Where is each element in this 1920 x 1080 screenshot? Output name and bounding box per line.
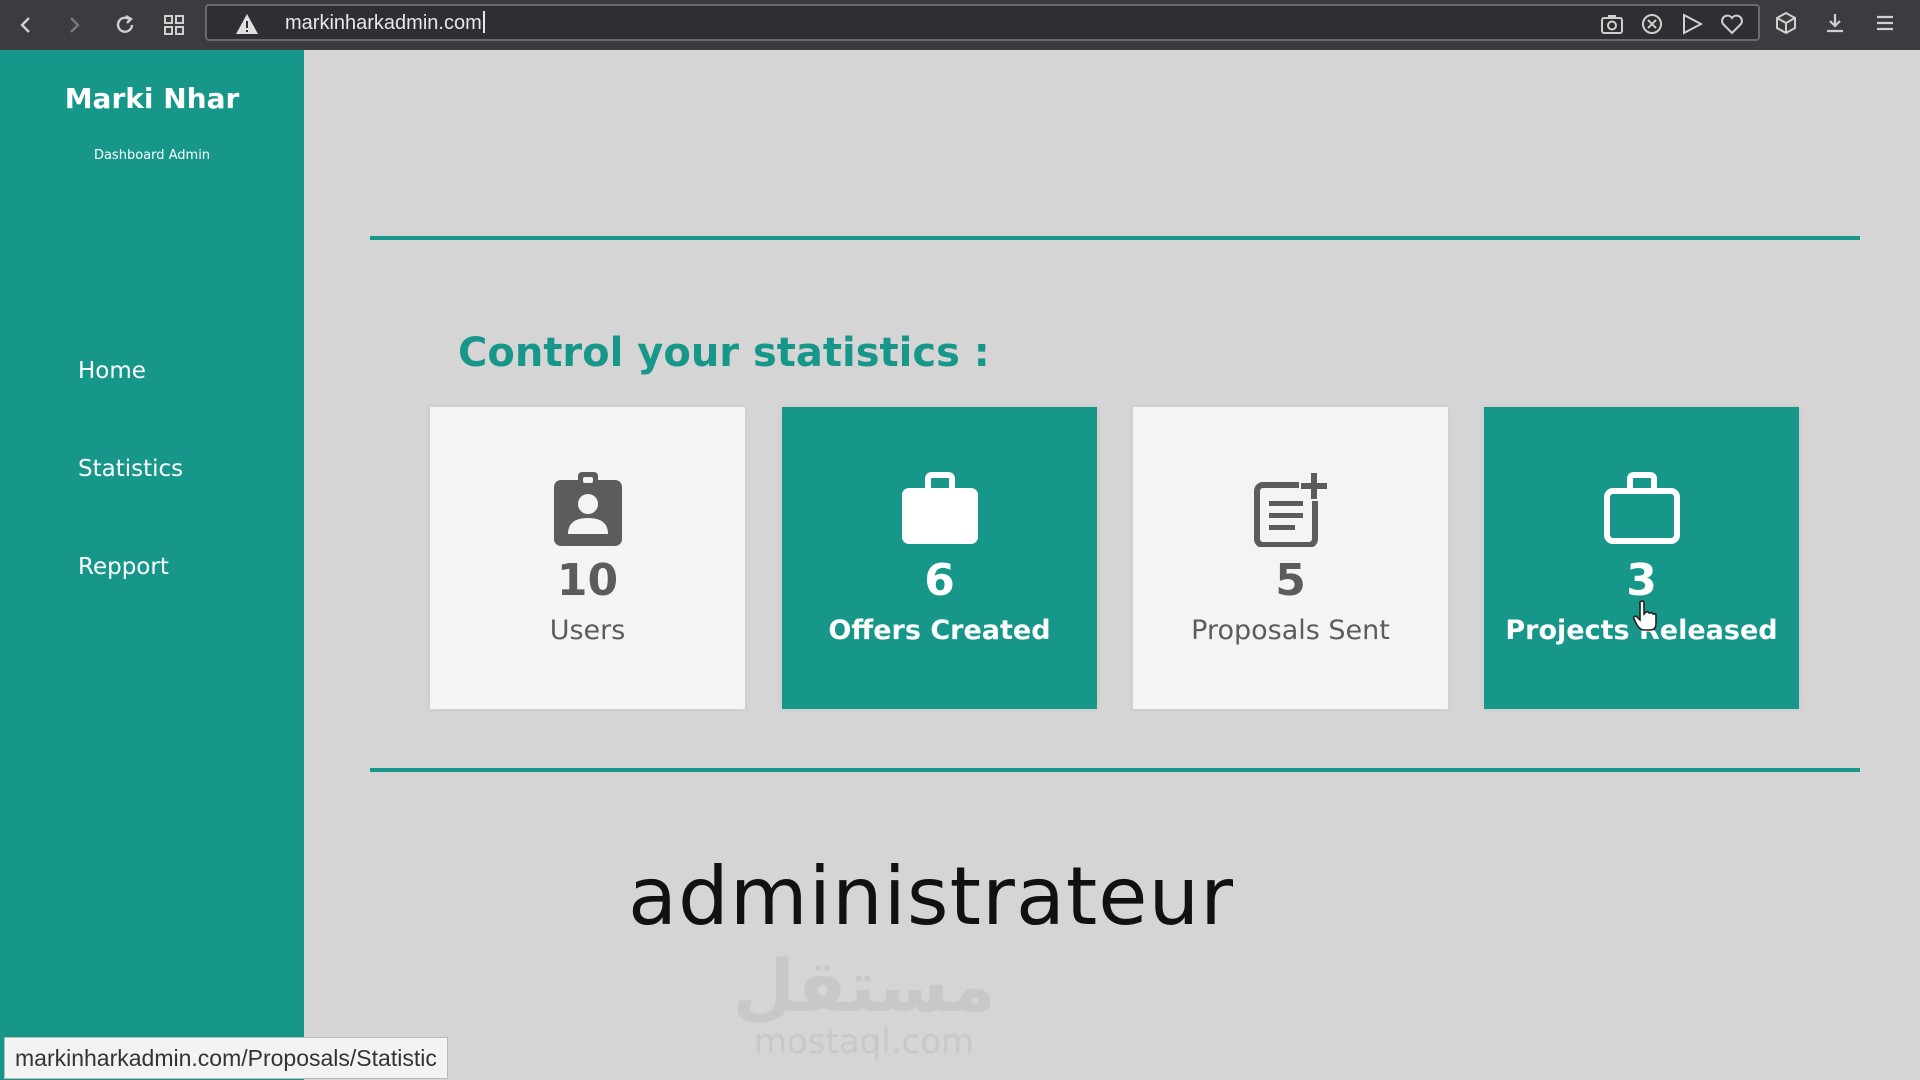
warning-icon[interactable] (235, 12, 259, 36)
main-content: Control your statistics : 10 Users 6 Off… (304, 50, 1920, 1080)
camera-icon[interactable] (1600, 12, 1624, 36)
block-icon[interactable] (1640, 12, 1664, 36)
stat-card-projects[interactable]: 3 Projects Released (1484, 407, 1799, 709)
status-url-preview: markinharkadmin.com/Proposals/Statistic (4, 1037, 448, 1079)
sidebar-item-repport[interactable]: Repport (78, 554, 169, 580)
briefcase-outline-icon (1484, 469, 1799, 549)
projects-count: 3 (1626, 555, 1657, 606)
send-icon[interactable] (1680, 12, 1704, 36)
browser-toolbar: markinharkadmin.com (0, 0, 1920, 50)
user-badge-icon (430, 469, 745, 549)
stat-card-offers[interactable]: 6 Offers Created (782, 407, 1097, 709)
reload-icon[interactable] (109, 9, 141, 41)
menu-icon[interactable] (1871, 9, 1899, 37)
cube-icon[interactable] (1772, 9, 1800, 37)
sidebar-item-statistics[interactable]: Statistics (78, 456, 183, 482)
brand-subtitle: Dashboard Admin (93, 148, 211, 163)
page-title: Control your statistics : (458, 330, 990, 376)
document-add-icon (1133, 469, 1448, 549)
address-bar[interactable]: markinharkadmin.com (205, 4, 1760, 41)
hand-cursor-icon (1632, 600, 1658, 636)
proposals-label: Proposals Sent (1191, 615, 1390, 646)
download-icon[interactable] (1821, 9, 1849, 37)
video-caption: administrateur (628, 850, 1235, 943)
heart-icon[interactable] (1720, 12, 1744, 36)
briefcase-icon (782, 469, 1097, 549)
tabs-grid-icon[interactable] (158, 9, 190, 41)
users-count: 10 (556, 555, 619, 606)
back-icon[interactable] (10, 9, 42, 41)
top-divider (370, 236, 1860, 240)
url-text[interactable]: markinharkadmin.com (285, 11, 485, 35)
stat-card-users[interactable]: 10 Users (430, 407, 745, 709)
bottom-divider (370, 768, 1860, 772)
offers-count: 6 (924, 555, 955, 606)
forward-icon[interactable] (58, 9, 90, 41)
sidebar: Marki Nhar Dashboard Admin Home Statisti… (0, 50, 304, 1080)
watermark-logo: مستقل mostaql.com (684, 950, 1044, 1062)
proposals-count: 5 (1275, 555, 1306, 606)
watermark-latin: mostaql.com (753, 1022, 975, 1062)
sidebar-item-home[interactable]: Home (78, 358, 146, 384)
stat-card-proposals[interactable]: 5 Proposals Sent (1133, 407, 1448, 709)
offers-label: Offers Created (828, 615, 1051, 646)
users-label: Users (549, 615, 626, 646)
watermark-arabic: مستقل (732, 944, 996, 1028)
brand-name: Marki Nhar (64, 82, 240, 115)
